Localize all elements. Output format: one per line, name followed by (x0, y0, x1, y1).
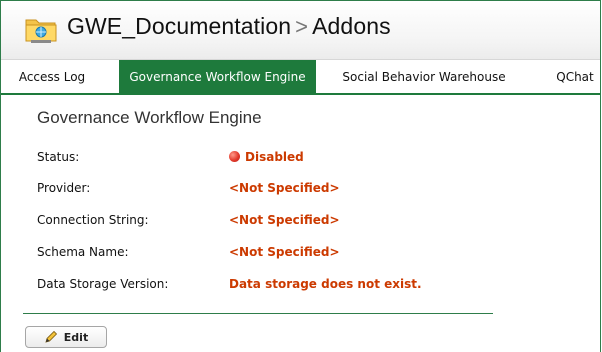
tab-social-behavior-warehouse[interactable]: Social Behavior Warehouse (329, 60, 519, 94)
status-value: Disabled (229, 150, 304, 164)
status-text: Disabled (245, 150, 304, 164)
folder-icon (25, 14, 57, 44)
provider-value: <Not Specified> (229, 181, 340, 195)
breadcrumb-separator: > (295, 14, 309, 39)
connection-string-label: Connection String: (37, 213, 149, 227)
breadcrumb-site[interactable]: GWE_Documentation (67, 13, 291, 39)
edit-button[interactable]: Edit (25, 326, 107, 348)
edit-label: Edit (63, 330, 89, 344)
tab-governance-workflow-engine[interactable]: Governance Workflow Engine (119, 60, 316, 94)
divider (23, 313, 493, 314)
data-storage-version-value: Data storage does not exist. (229, 277, 422, 291)
breadcrumb: GWE_Documentation > Addons (67, 13, 391, 40)
breadcrumb-page: Addons (312, 13, 391, 39)
schema-name-value: <Not Specified> (229, 245, 340, 259)
tab-access-log[interactable]: Access Log (1, 60, 103, 94)
title-bar: GWE_Documentation > Addons (1, 1, 600, 59)
status-label: Status: (37, 150, 80, 164)
schema-name-label: Schema Name: (37, 245, 129, 259)
provider-label: Provider: (37, 181, 91, 195)
data-storage-version-label: Data Storage Version: (37, 277, 169, 291)
connection-string-value: <Not Specified> (229, 213, 340, 227)
pencil-icon (44, 330, 58, 344)
addons-window: GWE_Documentation > Addons Access Log Gove… (0, 0, 601, 352)
section-title: Governance Workflow Engine (37, 108, 262, 127)
tab-qchat[interactable]: QChat (547, 60, 602, 94)
tab-bar: Access Log Governance Workflow Engine So… (1, 59, 600, 95)
status-disabled-icon (229, 151, 240, 162)
